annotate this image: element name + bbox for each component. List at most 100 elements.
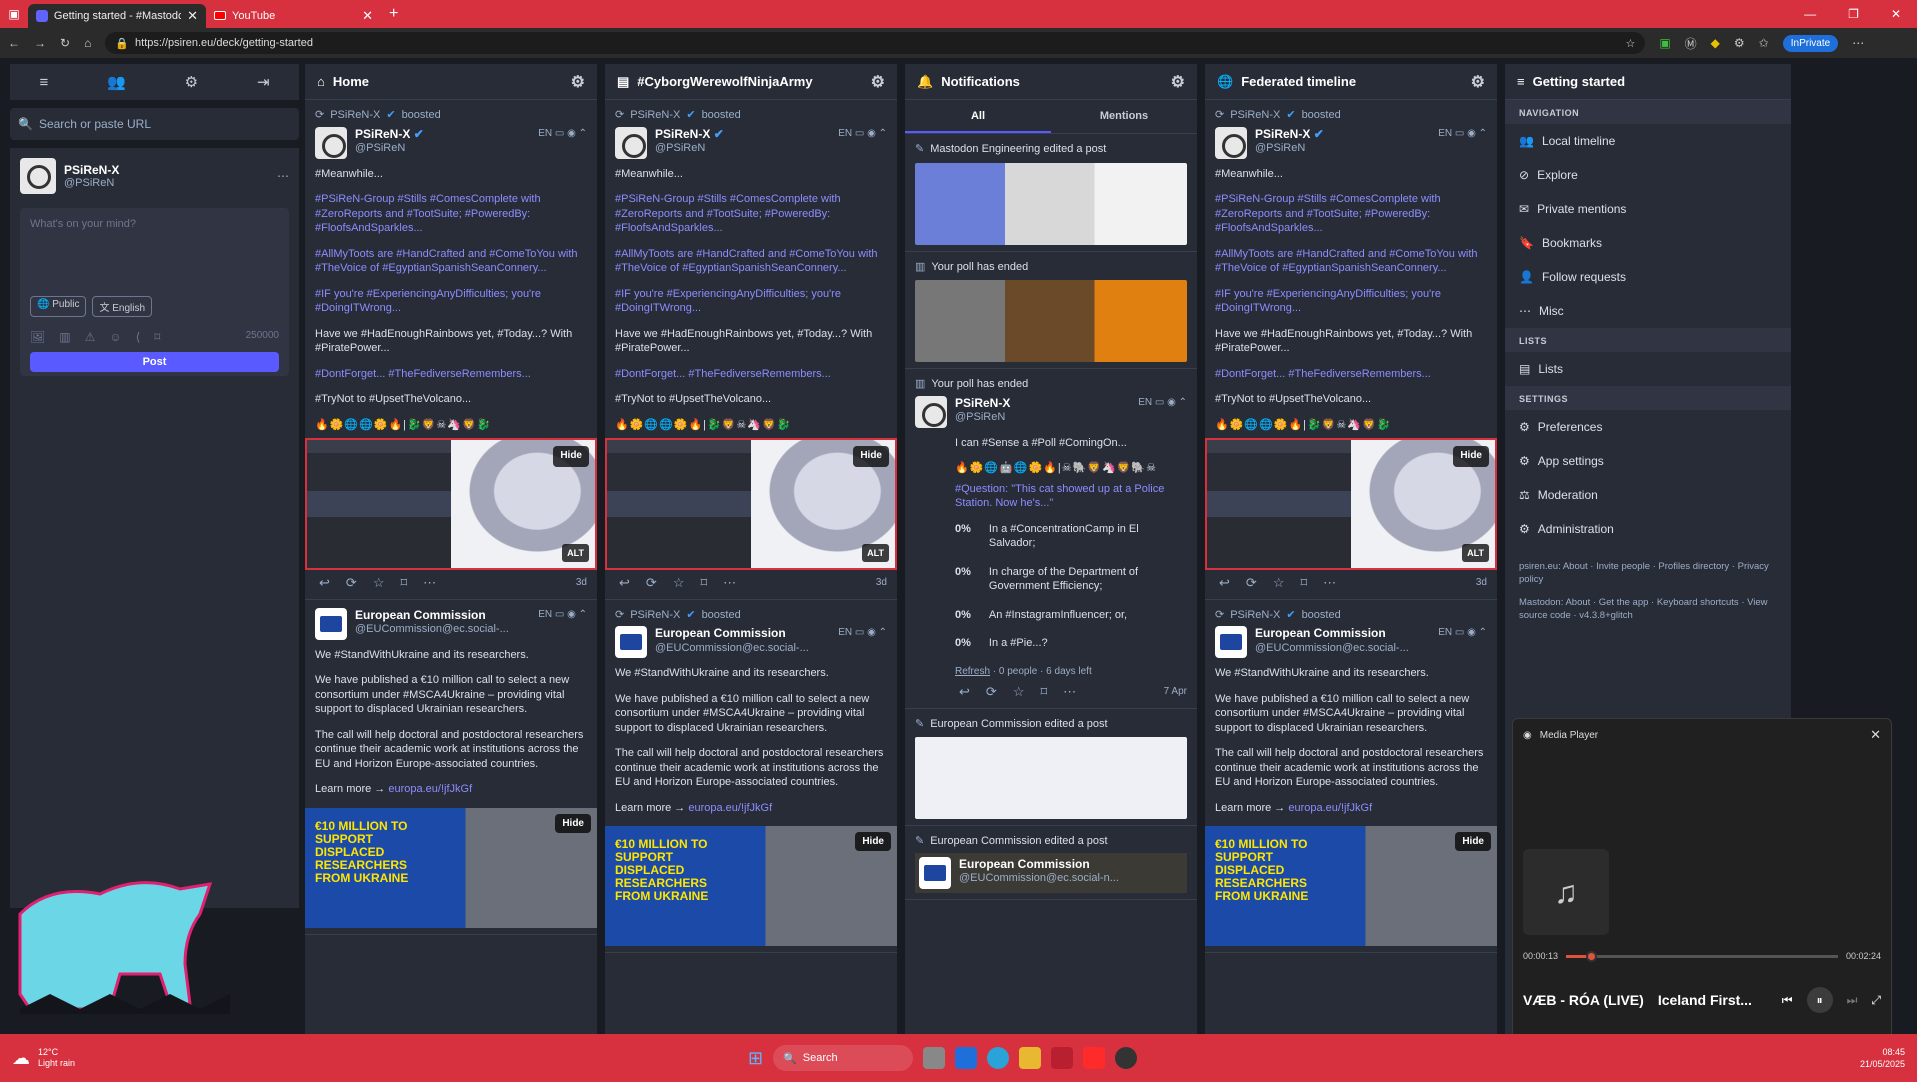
nav-lists[interactable]: ▤ Lists	[1505, 352, 1791, 386]
banner-image[interactable]: €10 MILLION TO SUPPORT DISPLACED RESEARC…	[605, 826, 897, 946]
compose-box[interactable]: What's on your mind? 🌐 Public 文 English …	[20, 208, 289, 376]
boost-name[interactable]: PSiReN-X	[630, 608, 680, 623]
media-gallery[interactable]: Hide ALT	[1205, 438, 1497, 570]
boost-icon[interactable]: ⟳	[646, 575, 657, 591]
seek-bar[interactable]	[1566, 950, 1838, 962]
logout-icon[interactable]: ⇥	[257, 73, 270, 91]
tab-all[interactable]: All	[905, 100, 1051, 133]
status[interactable]: ⟳ PSiReN-X ✔ boosted PSiReN-X ✔ @PSiReN …	[605, 100, 897, 600]
profile-name[interactable]: PSiReN-X	[64, 163, 119, 177]
tab-getting-started[interactable]: Getting started - #MastodonSpyG ✕	[28, 3, 206, 28]
column-header[interactable]: ▤ #CyborgWerewolfNinjaArmy ⚙	[605, 64, 897, 100]
display-name[interactable]: PSiReN-X	[955, 396, 1010, 411]
column-settings-icon[interactable]: ⚙	[571, 72, 585, 92]
column-header[interactable]: ≡ Getting started	[1505, 64, 1791, 100]
edited-post-preview[interactable]	[915, 737, 1187, 819]
nav-misc[interactable]: ⋯ Misc	[1505, 294, 1791, 328]
hide-media-button[interactable]: Hide	[553, 446, 589, 467]
favourite-icon[interactable]: ☆	[673, 575, 685, 591]
search-bar[interactable]: 🔍 Search or paste URL	[10, 108, 299, 140]
boost-name[interactable]: PSiReN-X	[330, 108, 380, 123]
close-tab-icon[interactable]: ✕	[187, 8, 198, 24]
new-tab-icon[interactable]: +	[389, 5, 398, 23]
media-player-taskbar-icon[interactable]	[1115, 1047, 1138, 1069]
display-name[interactable]: PSiReN-X ✔	[355, 127, 424, 142]
file-explorer-icon[interactable]	[923, 1047, 946, 1069]
status[interactable]: ⟳ PSiReN-X ✔ boosted PSiReN-X ✔ @PSiReN …	[305, 100, 597, 600]
media-icon[interactable]: 🖼	[30, 330, 45, 344]
hide-media-button[interactable]: Hide	[853, 446, 889, 467]
close-tab-icon[interactable]: ✕	[362, 8, 373, 24]
screenshot-thumbnail[interactable]	[307, 440, 451, 568]
outlook-icon[interactable]	[955, 1047, 978, 1069]
nav-explore[interactable]: ⊘ Explore	[1505, 158, 1791, 192]
favorites-icon[interactable]: ✩	[1759, 36, 1769, 50]
app-icon[interactable]	[1083, 1047, 1106, 1069]
close-icon[interactable]: ✕	[1870, 727, 1881, 743]
restore-icon[interactable]: ❐	[1832, 7, 1875, 21]
extension-icon[interactable]: Ⓜ	[1685, 35, 1697, 52]
avatar[interactable]	[315, 126, 347, 159]
reply-icon[interactable]: ↩	[959, 684, 970, 700]
more-options-icon[interactable]: ⋯	[277, 169, 289, 183]
edited-post-preview[interactable]	[915, 162, 1187, 245]
avatar[interactable]	[919, 856, 951, 889]
preferences-icon[interactable]: ⚙	[185, 73, 198, 91]
more-icon[interactable]: ⋯	[1323, 575, 1336, 591]
collapse-icon[interactable]: ⌃	[579, 128, 587, 139]
nav-app-settings[interactable]: ⚙ App settings	[1505, 444, 1791, 478]
avatar[interactable]	[615, 626, 647, 658]
notification[interactable]: ✎ European Commission edited a post Europ…	[905, 826, 1197, 900]
favourite-icon[interactable]: ☆	[373, 575, 385, 591]
refresh-icon[interactable]: ↻	[60, 36, 70, 50]
hide-media-button[interactable]: Hide	[1455, 832, 1491, 851]
status-time[interactable]: 3d	[576, 576, 587, 591]
screenshot-thumbnail[interactable]	[1207, 440, 1351, 568]
alt-badge[interactable]: ALT	[562, 543, 589, 562]
nav-preferences[interactable]: ⚙ Preferences	[1505, 410, 1791, 444]
link[interactable]: europa.eu/!jfJkGf	[688, 802, 772, 814]
poll-post-preview[interactable]	[915, 280, 1187, 362]
display-name[interactable]: PSiReN-X ✔	[1255, 127, 1324, 142]
display-name[interactable]: European Commission	[959, 857, 1119, 872]
notification[interactable]: ✎ European Commission edited a post	[905, 709, 1197, 826]
notification[interactable]: ▥ Your poll has ended PSiReN-X @PSiReN EN…	[905, 369, 1197, 709]
url-field[interactable]: 🔒 https://psiren.eu/deck/getting-started…	[105, 32, 1646, 54]
reply-icon[interactable]: ↩	[619, 575, 630, 591]
avatar[interactable]	[1215, 626, 1247, 658]
avatar[interactable]	[915, 395, 947, 428]
extensions-icon[interactable]: ⚙	[1734, 36, 1745, 50]
more-icon[interactable]: ⋯	[423, 575, 436, 591]
more-icon[interactable]: ⋯	[723, 575, 736, 591]
link[interactable]: europa.eu/!jfJkGf	[1288, 802, 1372, 814]
boost-name[interactable]: PSiReN-X	[1230, 608, 1280, 623]
language-button[interactable]: 文 English	[92, 296, 153, 317]
favourite-icon[interactable]: ☆	[1273, 575, 1285, 591]
status-time[interactable]: 3d	[1476, 576, 1487, 591]
status[interactable]: ⟳ PSiReN-X ✔ boosted European Commission…	[605, 600, 897, 953]
seek-thumb[interactable]	[1585, 950, 1597, 962]
status-time[interactable]: 7 Apr	[1164, 685, 1187, 700]
display-name[interactable]: European Commission	[355, 608, 509, 623]
display-name[interactable]: PSiReN-X ✔	[655, 127, 724, 142]
instance-links[interactable]: psiren.eu: About · Invite people · Profi…	[1519, 560, 1777, 586]
nav-local-timeline[interactable]: 👥 Local timeline	[1505, 124, 1791, 158]
miniplayer-icon[interactable]: ⤢	[1871, 993, 1881, 1008]
banner-image[interactable]: €10 MILLION TO SUPPORT DISPLACED RESEARC…	[305, 807, 597, 928]
bookmark-icon[interactable]: ⌑	[1300, 575, 1307, 591]
column-header[interactable]: ⌂ Home ⚙	[305, 64, 597, 100]
column-header[interactable]: 🔔 Notifications ⚙	[905, 64, 1197, 100]
reply-icon[interactable]: ↩	[1219, 575, 1230, 591]
status[interactable]: ⟳ PSiReN-X ✔ boosted European Commission…	[1205, 600, 1497, 953]
favourite-icon[interactable]: ☆	[1013, 684, 1025, 700]
status-time[interactable]: 3d	[876, 576, 887, 591]
edge-icon[interactable]	[987, 1047, 1010, 1069]
home-icon[interactable]: ⌂	[84, 36, 91, 50]
tab-youtube[interactable]: YouTube ✕	[206, 4, 381, 28]
column-settings-icon[interactable]: ⚙	[871, 72, 885, 92]
start-icon[interactable]: ⊞	[748, 1048, 763, 1069]
hamburger-icon[interactable]: ≡	[39, 74, 48, 91]
media-gallery[interactable]: Hide ALT	[305, 438, 597, 570]
display-name[interactable]: European Commission	[1255, 626, 1409, 641]
notification[interactable]: ✎ Mastodon Engineering edited a post	[905, 134, 1197, 252]
